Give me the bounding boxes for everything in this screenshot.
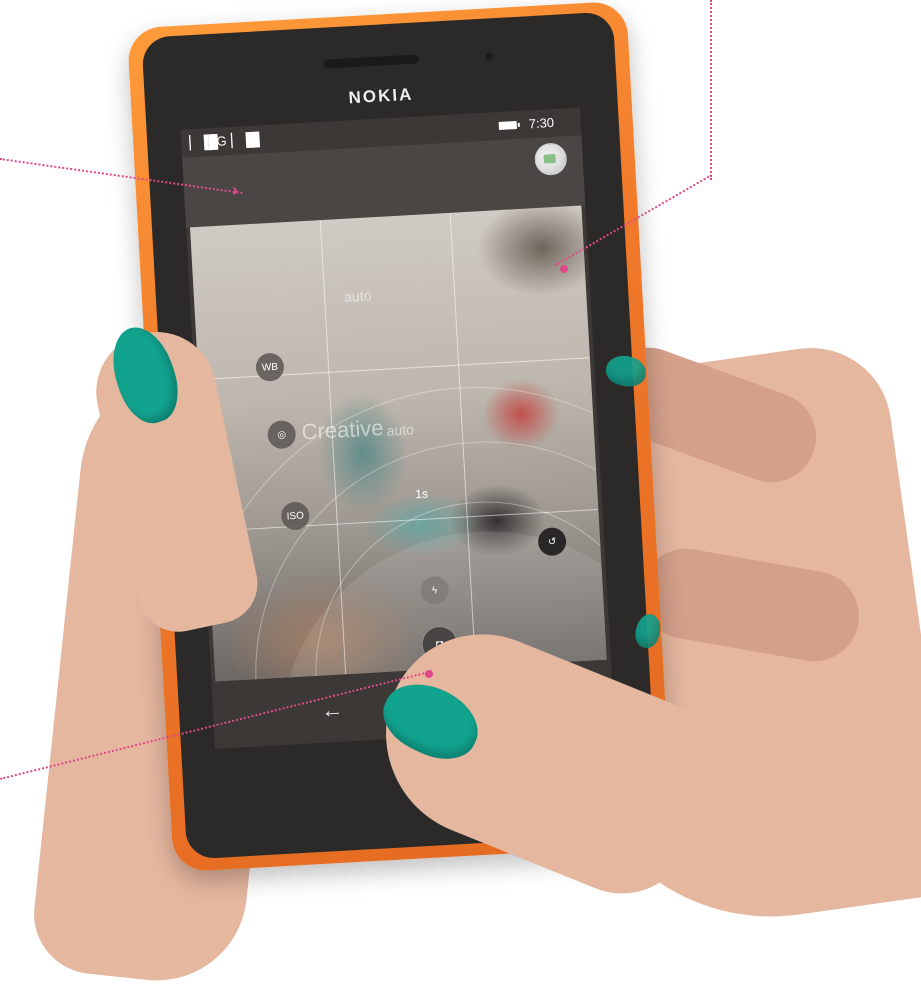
earpiece-speaker <box>322 54 420 69</box>
network-type: 3G <box>208 133 227 150</box>
annotation-pin-shutter <box>425 670 433 678</box>
scene-text: Creative <box>300 414 385 445</box>
front-camera <box>484 52 494 61</box>
auto-label-top: auto <box>343 287 372 305</box>
camera-viewfinder[interactable]: auto Creative auto WB ◎ ISO 1s ↺ ϟ ◘ <box>190 205 607 682</box>
annotation-pin-viewfinder <box>560 265 568 273</box>
auto-label-mid: auto <box>386 421 415 439</box>
signal-icon-secondary: ▏▐█ <box>230 131 261 148</box>
battery-icon <box>498 121 518 130</box>
back-arrow-icon[interactable]: ← <box>320 697 343 724</box>
clock: 7:30 <box>528 114 555 132</box>
annotation-line-viewfinder <box>710 0 712 180</box>
annotation-arrow-app-bar: › <box>232 180 238 200</box>
phone-screen: ▏▐█ 3G ▏▐█ 7:30 auto Creative auto WB ◎ … <box>180 107 615 749</box>
product-scene: NOKIA ▏▐█ 3G ▏▐█ 7:30 auto Creative auto… <box>0 0 921 989</box>
shutter-speed-value: 1s <box>414 486 429 502</box>
profile-avatar[interactable] <box>533 142 568 177</box>
